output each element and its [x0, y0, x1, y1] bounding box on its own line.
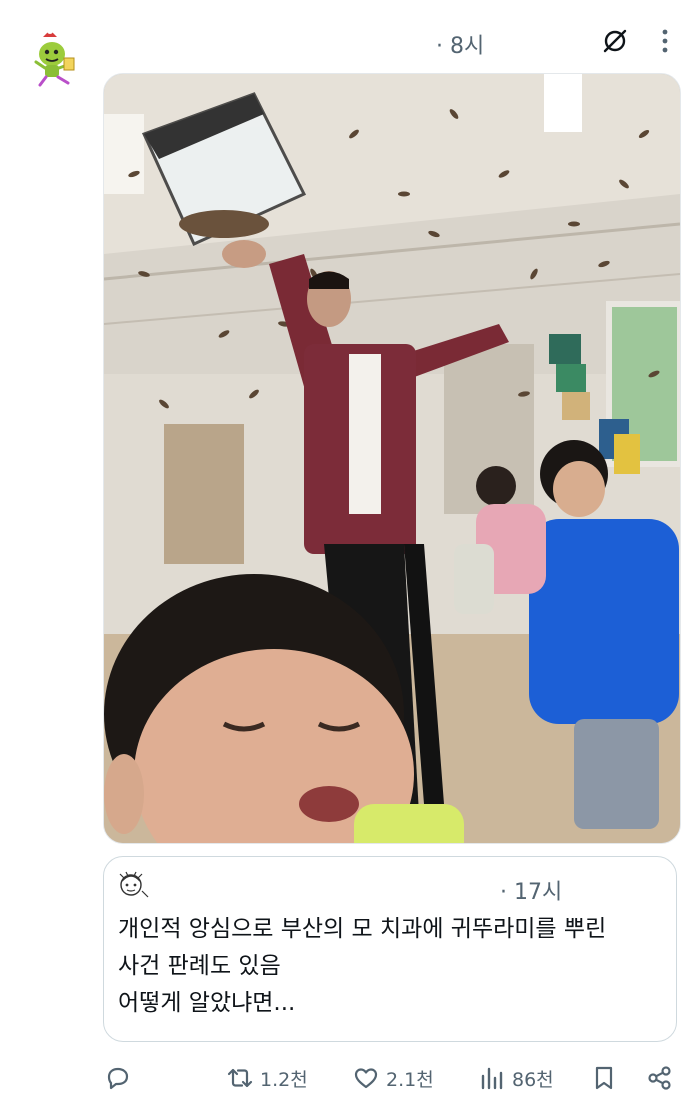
quote-author-avatar	[116, 871, 150, 901]
bookmark-button[interactable]	[590, 1064, 618, 1092]
heart-icon	[354, 1068, 378, 1089]
grok-icon[interactable]	[598, 24, 632, 58]
quote-timestamp[interactable]: · 17시	[500, 874, 562, 906]
repost-icon	[227, 1068, 253, 1088]
views-icon	[481, 1067, 503, 1090]
like-button[interactable]: 2.1천	[352, 1064, 434, 1092]
post-media-photo[interactable]	[103, 73, 681, 844]
quoted-post[interactable]: · 17시 개인적 앙심으로 부산의 모 치과에 귀뚜라미를 뿌린 사건 판례도…	[103, 856, 677, 1042]
views-button[interactable]: 86천	[478, 1064, 554, 1092]
more-icon[interactable]	[648, 24, 682, 58]
post-action-bar: 1.2천 2.1천 86천	[0, 1058, 700, 1102]
views-count: 86천	[512, 1068, 554, 1091]
repost-button[interactable]: 1.2천	[226, 1064, 308, 1092]
post-timestamp[interactable]: · 8시	[436, 28, 484, 60]
reply-icon	[107, 1067, 129, 1090]
author-avatar[interactable]	[28, 28, 80, 88]
repost-count: 1.2천	[260, 1068, 308, 1091]
avatar-character-illustration	[34, 28, 75, 87]
classroom-photo-illustration	[104, 74, 680, 843]
share-icon	[648, 1066, 671, 1090]
like-count: 2.1천	[386, 1068, 434, 1091]
share-button[interactable]	[646, 1064, 674, 1092]
quote-body-text: 개인적 앙심으로 부산의 모 치과에 귀뚜라미를 뿌린 사건 판례도 있음 어떻…	[118, 916, 607, 1016]
bookmark-icon	[595, 1066, 613, 1090]
reply-button[interactable]	[104, 1064, 138, 1092]
quote-avatar-sketch-illustration	[119, 871, 149, 898]
